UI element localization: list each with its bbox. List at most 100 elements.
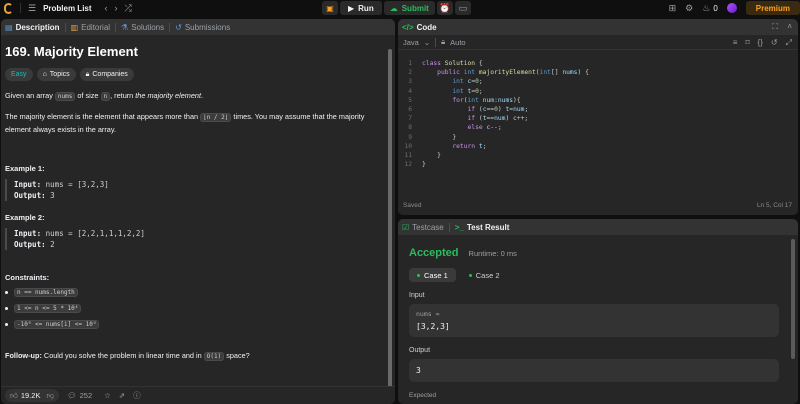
- tab-case-2[interactable]: Case 2: [461, 268, 508, 282]
- code-editor[interactable]: 1 class Solution { 2 public int majorityE…: [398, 59, 788, 169]
- premium-button[interactable]: Premium: [745, 1, 800, 15]
- constraint-text: -10⁹ <= nums[i] <= 10⁹: [14, 320, 100, 329]
- input-label: Input:: [14, 229, 42, 238]
- history-icon: ↺: [175, 22, 182, 32]
- constraints-title: Constraints:: [5, 273, 50, 282]
- list-item: 1 <= n <= 5 * 10⁴: [5, 304, 379, 313]
- statement-emphasis: the majority element: [135, 91, 201, 100]
- tab-case-1[interactable]: Case 1: [409, 268, 456, 282]
- tab-description[interactable]: ▤ Description: [5, 23, 60, 32]
- thumbs-up-icon[interactable]: 👍︎: [10, 391, 18, 401]
- comments-button[interactable]: 💬︎ 252: [67, 391, 92, 400]
- example-2-box: Input: nums = [2,2,1,1,1,2,2] Output: 2: [5, 228, 379, 250]
- problem-statement: Given an array nums of size n, return th…: [5, 90, 379, 103]
- help-icon[interactable]: ⓘ: [133, 390, 141, 401]
- tab-solutions[interactable]: ⚗ Solutions: [121, 23, 164, 32]
- passed-dot-icon: [468, 273, 472, 277]
- tab-submissions[interactable]: ↺ Submissions: [175, 23, 230, 32]
- checkbox-icon: ☑: [402, 222, 410, 232]
- thumbs-down-icon[interactable]: 👎︎: [46, 391, 54, 401]
- problem-list-link[interactable]: Problem List: [43, 4, 91, 13]
- tab-solutions-label: Solutions: [131, 22, 165, 32]
- editor-toolbar: Java ⌄ 🔒︎ Auto ≡ ⌑ {} ↺ ⤢: [398, 35, 798, 50]
- fullscreen-icon[interactable]: ⤢: [786, 38, 792, 48]
- timer-button[interactable]: ⏰: [436, 1, 453, 15]
- shuffle-icon[interactable]: ⤮: [125, 3, 132, 13]
- tab-editorial[interactable]: ▥ Editorial: [71, 23, 110, 32]
- streak-count: 0: [713, 3, 718, 13]
- tab-test-result-label: Test Result: [466, 222, 510, 232]
- bullet: [5, 291, 8, 294]
- example-1-box: Input: nums = [3,2,3] Output: 3: [5, 179, 379, 201]
- list-icon[interactable]: ☰: [28, 3, 36, 13]
- tab-code[interactable]: </> Code: [402, 23, 437, 32]
- output-label: Output:: [14, 191, 46, 200]
- statement-text: , return: [110, 91, 136, 100]
- play-icon: ▶: [348, 3, 355, 13]
- language-select[interactable]: Java: [403, 38, 419, 47]
- example-2-title: Example 2:: [5, 213, 45, 222]
- code-panel: </> Code ⛶ ˄ Java ⌄ 🔒︎ Auto ≡ ⌑ {} ↺ ⤢ 1…: [398, 19, 798, 215]
- tab-code-label: Code: [416, 22, 437, 32]
- result-scrollbar[interactable]: [791, 239, 795, 359]
- collapse-icon[interactable]: ˄: [787, 22, 792, 31]
- description-tabs: ▤ Description ▥ Editorial ⚗ Solutions ↺ …: [1, 19, 395, 35]
- maximize-icon[interactable]: ⛶: [772, 22, 778, 32]
- code-line: 3 int c = 0;: [408, 78, 483, 86]
- notes-button[interactable]: ▭: [454, 1, 471, 15]
- companies-button[interactable]: 🔒︎ Companies: [79, 68, 134, 81]
- bookmark-icon[interactable]: ⌑: [745, 38, 749, 48]
- code-line: 4 int t = 0;: [408, 87, 483, 95]
- case-1-label: Case 1: [424, 270, 448, 280]
- prev-problem-icon[interactable]: ‹: [105, 3, 108, 13]
- code-line: 11 }: [404, 152, 441, 160]
- tag-icon: ⌂: [42, 71, 47, 78]
- code-panel-header: </> Code ⛶ ˄: [398, 19, 798, 35]
- code-line: 7 if (t == num) c ++;: [408, 115, 529, 123]
- cloud-upload-icon: ☁: [389, 3, 398, 13]
- run-button[interactable]: ▶ Run: [340, 1, 382, 15]
- layout-grid-icon[interactable]: ⊞: [669, 3, 677, 13]
- book-icon: ▥: [70, 22, 79, 32]
- case-tabs: Case 1 Case 2: [409, 268, 798, 282]
- verdict-row: Accepted Runtime: 0 ms: [409, 247, 798, 259]
- debug-button[interactable]: ▣: [322, 1, 338, 15]
- avatar[interactable]: [726, 3, 737, 13]
- code-line: 1 class Solution {: [408, 60, 483, 67]
- case-2-label: Case 2: [475, 270, 500, 280]
- top-bar: ☰ Problem List ‹ › ⤮ ▣ ▶ Run ☁ Submit ⏰ …: [0, 0, 800, 16]
- like-dislike-group: 👍︎ 19.2K 👎︎: [5, 389, 60, 402]
- bullet: [5, 323, 8, 326]
- format-icon[interactable]: ≡: [733, 38, 738, 48]
- streak-fire-icon[interactable]: ♨: [702, 3, 710, 13]
- divider: [115, 22, 117, 32]
- reset-icon[interactable]: ↺: [771, 38, 778, 48]
- tab-testcase[interactable]: ☑ Testcase: [402, 223, 444, 232]
- tab-test-result[interactable]: >_ Test Result: [455, 223, 510, 232]
- tab-testcase-label: Testcase: [412, 222, 444, 232]
- tab-editorial-label: Editorial: [81, 22, 111, 32]
- braces-icon[interactable]: {}: [758, 38, 763, 48]
- settings-icon[interactable]: ⚙: [685, 3, 693, 13]
- star-icon[interactable]: ☆: [104, 391, 111, 400]
- statement-text: of size: [75, 91, 101, 100]
- follow-up-text: Could you solve the problem in linear ti…: [41, 351, 204, 360]
- leetcode-logo-icon[interactable]: [4, 2, 13, 14]
- result-tabs: ☑ Testcase >_ Test Result: [398, 219, 798, 235]
- output-label: Output:: [14, 240, 46, 249]
- submit-button[interactable]: ☁ Submit: [383, 1, 435, 15]
- alarm-icon: ⏰: [439, 3, 451, 13]
- divider: [20, 3, 21, 13]
- inline-code: n: [100, 92, 111, 101]
- editor-actions: ≡ ⌑ {} ↺ ⤢: [733, 38, 792, 48]
- auto-mode-toggle[interactable]: Auto: [450, 38, 465, 47]
- verdict-status: Accepted: [409, 247, 459, 259]
- submit-label: Submit: [401, 3, 429, 13]
- description-scrollbar[interactable]: [388, 49, 392, 399]
- next-problem-icon[interactable]: ›: [115, 3, 118, 13]
- constraints-list: n == nums.length 1 <= n <= 5 * 10⁴ -10⁹ …: [5, 288, 379, 329]
- topics-button[interactable]: ⌂ Topics: [36, 68, 76, 81]
- constraint-text: n == nums.length: [14, 288, 78, 297]
- tab-submissions-label: Submissions: [184, 22, 231, 32]
- share-icon[interactable]: ⇗: [119, 391, 125, 400]
